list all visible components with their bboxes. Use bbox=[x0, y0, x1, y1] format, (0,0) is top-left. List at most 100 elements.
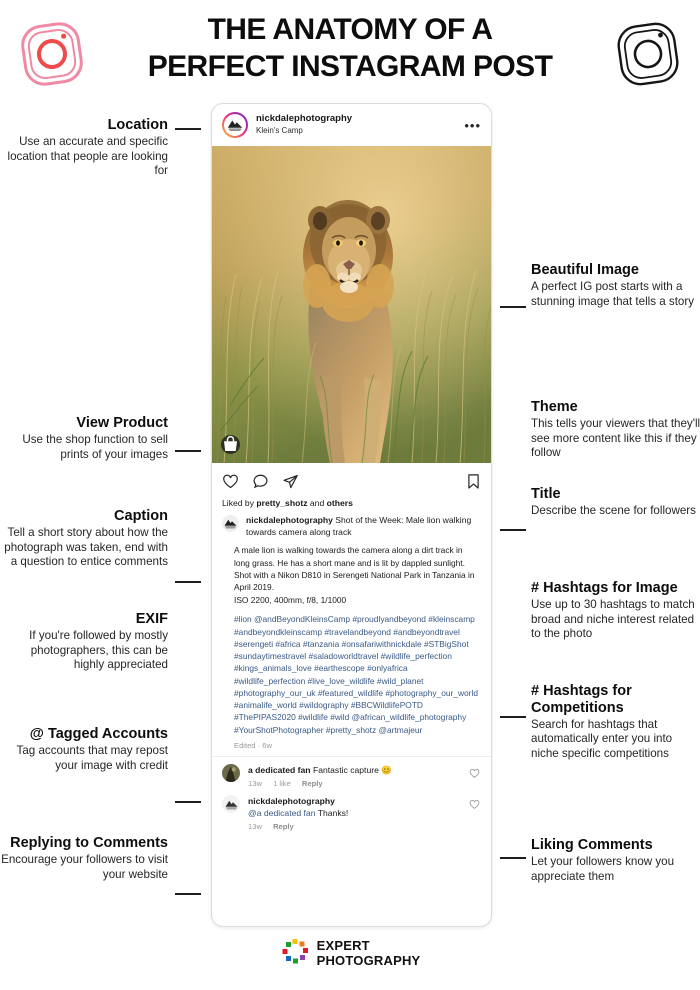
commenter-avatar[interactable] bbox=[222, 764, 240, 782]
shopping-bag-icon[interactable] bbox=[221, 435, 240, 454]
page-header: THE ANATOMY OF A PERFECT INSTAGRAM POST bbox=[0, 0, 700, 100]
annotation-text: Tag accounts that may repost your image … bbox=[16, 743, 168, 772]
annotation-title: Location bbox=[107, 117, 168, 133]
post-username[interactable]: nickdalephotography bbox=[256, 113, 458, 125]
annotation-replying-to-comments: Replying to Comments Encourage your foll… bbox=[0, 835, 168, 882]
annotation-text: A perfect IG post starts with a stunning… bbox=[531, 279, 695, 308]
comment-text-row: a dedicated fan Fantastic capture 😊 bbox=[248, 764, 469, 776]
share-paper-plane-icon[interactable] bbox=[282, 473, 299, 490]
instagram-logo-right-icon bbox=[610, 16, 686, 92]
post-location[interactable]: Klein's Camp bbox=[256, 126, 458, 136]
comment-reply-button[interactable]: Reply bbox=[302, 779, 323, 788]
profile-brandmark-icon bbox=[224, 519, 237, 529]
leader-line-caption bbox=[175, 581, 201, 583]
instagram-post-card: nickdalephotography Klein's Camp ••• Lik… bbox=[211, 103, 492, 927]
footer: EXPERT PHOTOGRAPHY bbox=[0, 938, 700, 973]
post-edited-timestamp: Edited · 6w bbox=[234, 741, 272, 750]
comment-meta-row: 13w 1 like Reply bbox=[248, 779, 469, 788]
leader-line-hashtags-competitions bbox=[500, 716, 526, 718]
annotation-title: View Product bbox=[76, 415, 168, 431]
annotation-title: Replying to Comments bbox=[10, 835, 168, 851]
annotation-view-product: View Product Use the shop function to se… bbox=[0, 415, 168, 462]
annotation-text: This tells your viewers that they'll see… bbox=[531, 416, 700, 460]
more-options-icon[interactable]: ••• bbox=[458, 118, 481, 133]
comment-time: 13w bbox=[248, 779, 262, 789]
post-photo[interactable] bbox=[212, 146, 491, 463]
annotation-hashtags-competitions: # Hashtags for Competitions Search for h… bbox=[531, 683, 700, 762]
leader-line-beautiful-image bbox=[500, 306, 526, 308]
comment-bubble-icon[interactable] bbox=[252, 473, 269, 490]
annotation-title: Theme bbox=[531, 399, 578, 415]
save-bookmark-icon[interactable] bbox=[466, 473, 481, 490]
caption-hashtags[interactable]: #lion @andBeyondKleinsCamp #proudlyandbe… bbox=[212, 606, 491, 736]
avatar[interactable] bbox=[222, 112, 248, 138]
annotation-title: Liking Comments bbox=[531, 837, 653, 853]
comment-like-icon[interactable] bbox=[469, 764, 481, 788]
annotation-title: Title bbox=[531, 486, 561, 502]
annotation-title: # Hashtags for Competitions bbox=[531, 683, 632, 716]
annotation-title: @ Tagged Accounts bbox=[29, 726, 168, 742]
annotation-text: Tell a short story about how the photogr… bbox=[4, 525, 168, 569]
commenter-avatar[interactable] bbox=[222, 795, 240, 814]
comment-item-1: a dedicated fan Fantastic capture 😊 13w … bbox=[212, 757, 491, 788]
profile-brandmark-icon bbox=[225, 800, 237, 809]
liked-username[interactable]: pretty_shotz bbox=[256, 498, 307, 508]
liked-suffix: and bbox=[307, 498, 327, 508]
leader-line-location bbox=[175, 128, 201, 130]
annotation-hashtags-image: # Hashtags for Image Use up to 30 hashta… bbox=[531, 580, 700, 642]
footer-logo-line-2: PHOTOGRAPHY bbox=[316, 953, 421, 968]
annotation-location: Location Use an accurate and specific lo… bbox=[0, 117, 169, 179]
annotation-text: Describe the scene for followers bbox=[531, 503, 696, 517]
caption-username[interactable]: nickdalephotography bbox=[246, 515, 333, 525]
footer-logo-line-1: EXPERT bbox=[316, 938, 370, 953]
liked-by-line: Liked by pretty_shotz and others bbox=[212, 495, 491, 508]
comment-username-row: nickdalephotography bbox=[248, 795, 469, 807]
annotation-text: Encourage your followers to visit your w… bbox=[1, 852, 168, 881]
liked-others[interactable]: others bbox=[327, 498, 353, 508]
lion-photograph bbox=[212, 146, 491, 463]
comment-like-icon[interactable] bbox=[469, 795, 481, 831]
liked-prefix: Liked by bbox=[222, 498, 257, 508]
comment-item-2: nickdalephotography @a dedicated fan Tha… bbox=[212, 788, 491, 831]
comment-mention[interactable]: @a dedicated fan bbox=[248, 808, 316, 818]
comment-text: Fantastic capture bbox=[312, 765, 382, 775]
profile-brandmark-icon bbox=[227, 120, 243, 131]
leader-line-liking-comments bbox=[500, 857, 526, 859]
comment-reply-button[interactable]: Reply bbox=[273, 822, 294, 831]
instagram-logo-left-icon bbox=[14, 16, 90, 92]
caption-avatar bbox=[222, 515, 239, 532]
expert-photography-logo-icon bbox=[282, 939, 308, 964]
caption-exif: ISO 2200, 400mm, f/8, 1/1000 bbox=[234, 595, 347, 606]
annotation-text: Let your followers know you appreciate t… bbox=[531, 854, 675, 883]
comment-like-count[interactable]: 1 like bbox=[273, 779, 291, 788]
annotation-title-field: Title Describe the scene for followers bbox=[531, 486, 700, 519]
like-heart-icon[interactable] bbox=[222, 473, 239, 490]
caption-body: A male lion is walking towards the camer… bbox=[234, 545, 475, 592]
caption-title-text: nickdalephotography Shot of the Week: Ma… bbox=[246, 514, 481, 538]
annotation-title: # Hashtags for Image bbox=[531, 580, 678, 596]
annotation-caption: Caption Tell a short story about how the… bbox=[0, 508, 168, 570]
annotation-exif: EXIF If you're followed by mostly photog… bbox=[0, 611, 168, 673]
annotation-text: Use an accurate and specific location th… bbox=[7, 134, 169, 178]
comment-text-row: @a dedicated fan Thanks! bbox=[248, 807, 469, 819]
page-title: THE ANATOMY OF A PERFECT INSTAGRAM POST bbox=[100, 12, 600, 85]
comment-emoji: 😊 bbox=[381, 765, 392, 775]
leader-line-tagged-accounts bbox=[175, 801, 201, 803]
annotation-tagged-accounts: @ Tagged Accounts Tag accounts that may … bbox=[0, 726, 168, 773]
annotation-title: Caption bbox=[114, 508, 168, 524]
annotation-liking-comments: Liking Comments Let your followers know … bbox=[531, 837, 700, 884]
caption-title-row: nickdalephotography Shot of the Week: Ma… bbox=[212, 508, 491, 538]
post-header: nickdalephotography Klein's Camp ••• bbox=[212, 104, 491, 146]
annotation-text: If you're followed by mostly photographe… bbox=[29, 628, 168, 672]
comment-text: Thanks! bbox=[315, 808, 349, 819]
commenter-username[interactable]: a dedicated fan bbox=[248, 765, 311, 775]
post-action-bar bbox=[212, 463, 491, 495]
annotation-beautiful-image: Beautiful Image A perfect IG post starts… bbox=[531, 262, 700, 309]
commenter-username[interactable]: nickdalephotography bbox=[248, 796, 335, 806]
annotation-text: Use up to 30 hashtags to match broad and… bbox=[531, 597, 695, 641]
comment-meta-row: 13w Reply bbox=[248, 822, 469, 831]
leader-line-view-product bbox=[175, 450, 201, 452]
annotation-text: Search for hashtags that automatically e… bbox=[531, 717, 673, 761]
title-line-2: PERFECT INSTAGRAM POST bbox=[147, 49, 553, 83]
comment-time: 13w bbox=[248, 822, 262, 832]
